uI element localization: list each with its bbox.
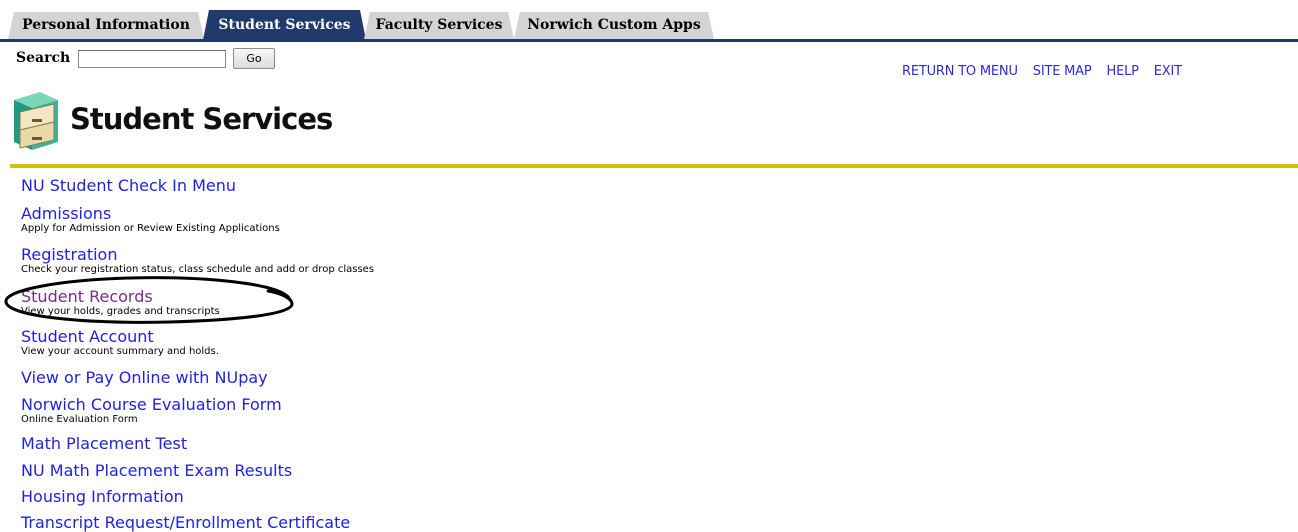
registration-description: Check your registration status, class sc…: [21, 264, 375, 275]
menu-item: Registration Check your registration sta…: [21, 245, 374, 276]
menu-item: Norwich Course Evaluation Form Online Ev…: [21, 395, 282, 426]
tab-underline: [0, 39, 1298, 42]
search-input[interactable]: [78, 50, 226, 68]
tab-student-services[interactable]: Student Services: [203, 10, 366, 40]
nupay-link[interactable]: View or Pay Online with NUpay: [21, 368, 268, 387]
tab-bar: Personal Information Student Services Fa…: [0, 0, 1298, 44]
student-account-link[interactable]: Student Account: [21, 327, 154, 346]
tab-norwich-custom-apps[interactable]: Norwich Custom Apps: [514, 12, 714, 39]
exit-link[interactable]: EXIT: [1154, 64, 1182, 79]
tab-personal-information[interactable]: Personal Information: [8, 12, 204, 39]
menu-item: Math Placement Test: [21, 434, 187, 453]
menu-item: Housing Information: [21, 487, 184, 506]
menu-item: NU Math Placement Exam Results: [21, 461, 292, 480]
math-placement-results-link[interactable]: NU Math Placement Exam Results: [21, 461, 292, 480]
help-link[interactable]: HELP: [1107, 64, 1139, 79]
student-account-description: View your account summary and holds.: [21, 346, 219, 357]
file-cabinet-icon: [14, 92, 58, 150]
course-evaluation-link[interactable]: Norwich Course Evaluation Form: [21, 395, 282, 414]
return-to-menu-link[interactable]: RETURN TO MENU: [902, 64, 1018, 79]
tab-faculty-services[interactable]: Faculty Services: [364, 12, 514, 39]
menu-item: View or Pay Online with NUpay: [21, 368, 268, 387]
student-records-link[interactable]: Student Records: [21, 287, 153, 306]
course-evaluation-description: Online Evaluation Form: [21, 414, 138, 425]
menu-item: Transcript Request/Enrollment Certificat…: [21, 513, 350, 532]
nu-student-check-in-link[interactable]: NU Student Check In Menu: [21, 176, 236, 195]
student-records-description: View your holds, grades and transcripts: [21, 306, 220, 317]
math-placement-test-link[interactable]: Math Placement Test: [21, 434, 187, 453]
menu-item: Student Records View your holds, grades …: [21, 287, 220, 318]
site-map-link[interactable]: SITE MAP: [1033, 64, 1092, 79]
search-label: Search: [16, 50, 71, 66]
admissions-link[interactable]: Admissions: [21, 204, 111, 223]
menu-item: Student Account View your account summar…: [21, 327, 219, 358]
menu-item: Admissions Apply for Admission or Review…: [21, 204, 280, 235]
header-divider: [10, 164, 1298, 168]
housing-information-link[interactable]: Housing Information: [21, 487, 184, 506]
top-links: RETURN TO MENU SITE MAP HELP EXIT: [902, 64, 1197, 79]
go-button[interactable]: Go: [233, 48, 275, 69]
page-title: Student Services: [70, 102, 333, 136]
menu-item: NU Student Check In Menu: [21, 176, 236, 195]
admissions-description: Apply for Admission or Review Existing A…: [21, 223, 280, 234]
transcript-request-link[interactable]: Transcript Request/Enrollment Certificat…: [21, 513, 350, 532]
registration-link[interactable]: Registration: [21, 245, 117, 264]
